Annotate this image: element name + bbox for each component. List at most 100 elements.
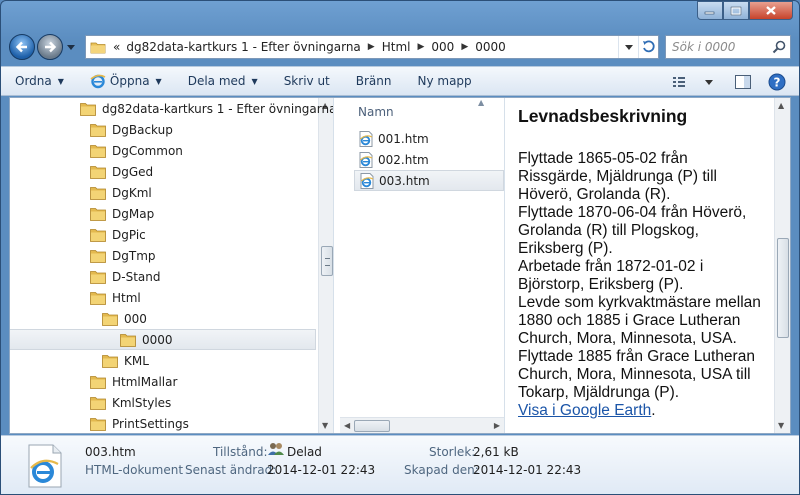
preview-pane: Levnadsbeskrivning Flyttade 1865-05-02 f… — [506, 98, 774, 433]
tree-item[interactable]: KmlStyles — [10, 392, 316, 413]
tree-item-label: HtmlMallar — [112, 374, 178, 389]
name-column-header[interactable]: Namn ▲ — [340, 98, 504, 122]
folder-icon — [120, 333, 136, 347]
tree-item[interactable]: 000 — [10, 308, 316, 329]
preview-pane-button[interactable] — [731, 71, 755, 93]
details-pane: 003.htm HTML-dokument Tillstånd: Delad S… — [1, 435, 799, 494]
address-overflow[interactable]: « — [110, 40, 123, 54]
share-menu[interactable]: Dela med ▼ — [188, 74, 258, 88]
folder-icon — [102, 312, 118, 326]
file-item[interactable]: 002.htm — [354, 149, 504, 170]
tree-item-label: dg82data-kartkurs 1 - Efter övningarna — [102, 101, 334, 116]
file-item[interactable]: 003.htm — [354, 170, 504, 191]
scroll-right-icon[interactable]: ▶ — [494, 421, 500, 430]
organize-menu[interactable]: Ordna ▼ — [15, 74, 64, 88]
chevron-down-icon — [67, 44, 75, 50]
help-button[interactable]: ? — [765, 71, 789, 93]
close-button[interactable] — [749, 1, 793, 20]
tree-item[interactable]: dg82data-kartkurs 1 - Efter övningarna — [10, 98, 333, 119]
name-column-label: Namn — [358, 105, 394, 119]
chevron-down-icon: ▼ — [155, 76, 162, 86]
breadcrumb-separator-icon[interactable]: ▶ — [413, 42, 428, 52]
breadcrumb-separator-icon[interactable]: ▶ — [457, 42, 472, 52]
preview-line: Eriksberg (P). — [518, 240, 613, 257]
scroll-up-icon[interactable]: ▲ — [778, 101, 784, 110]
file-name: 001.htm — [378, 131, 429, 146]
view-dropdown[interactable] — [697, 71, 721, 93]
open-menu[interactable]: Öppna ▼ — [90, 73, 162, 89]
scroll-left-icon[interactable]: ◀ — [344, 421, 350, 430]
scroll-down-icon[interactable]: ▼ — [322, 421, 328, 430]
breadcrumb-root[interactable]: dg82data-kartkurs 1 - Efter övningarna — [123, 40, 363, 54]
address-history-dropdown[interactable] — [618, 36, 638, 58]
html-document-icon — [28, 444, 62, 488]
preview-line: Björstorp, Eriksberg (P). — [518, 276, 684, 293]
back-button[interactable] — [9, 34, 35, 60]
folder-icon — [90, 291, 106, 305]
tree-item-label: DgBackup — [112, 122, 173, 137]
view-controls: ? — [665, 71, 789, 93]
tree-item[interactable]: KML — [10, 350, 316, 371]
tree-item[interactable]: DgGed — [10, 161, 316, 182]
new-folder-button[interactable]: Ny mapp — [417, 74, 471, 88]
details-modified-value: 2014-12-01 22:43 — [267, 463, 376, 477]
details-state-value: Delad — [287, 445, 322, 459]
burn-button[interactable]: Bränn — [356, 74, 392, 88]
search-icon[interactable] — [772, 40, 786, 54]
tree-item[interactable]: DgTmp — [10, 245, 316, 266]
search-box[interactable]: Sök i 0000 — [665, 35, 791, 59]
breadcrumb-0000[interactable]: 0000 — [472, 40, 509, 54]
tree-item[interactable]: HtmlMallar — [10, 371, 316, 392]
breadcrumb-000[interactable]: 000 — [428, 40, 457, 54]
view-options-button[interactable] — [669, 71, 693, 93]
tree-item[interactable]: PrintSettings — [10, 413, 316, 433]
search-input[interactable]: Sök i 0000 — [672, 40, 772, 54]
details-size-label: Storlek: — [429, 445, 476, 459]
breadcrumb-html[interactable]: Html — [379, 40, 414, 54]
tree-item[interactable]: DgCommon — [10, 140, 316, 161]
html-file-icon — [359, 151, 373, 168]
details-filename: 003.htm — [85, 445, 136, 459]
refresh-button[interactable] — [638, 36, 658, 58]
preview-line: Flyttade 1865-05-02 från — [518, 150, 688, 167]
preview-scrollbar[interactable]: ▲ ▼ — [774, 98, 790, 433]
sort-ascending-icon: ▲ — [478, 98, 485, 107]
preview-title: Levnadsbeskrivning — [518, 106, 688, 126]
chevron-down-icon: ▼ — [57, 76, 64, 86]
file-item[interactable]: 001.htm — [354, 128, 504, 149]
tree-scrollbar[interactable]: ▲ ▼ — [318, 98, 333, 433]
breadcrumb-separator-icon[interactable]: ▶ — [364, 42, 379, 52]
tree-item-label: PrintSettings — [112, 416, 189, 431]
preview-scroll-thumb[interactable] — [777, 238, 789, 338]
address-bar[interactable]: « dg82data-kartkurs 1 - Efter övningarna… — [85, 35, 659, 59]
tree-item-label: DgTmp — [112, 248, 156, 263]
tree-item-label: DgCommon — [112, 143, 183, 158]
chevron-down-icon — [624, 44, 633, 50]
tree-item-label: DgKml — [112, 185, 152, 200]
maximize-button[interactable] — [723, 1, 749, 20]
forward-button[interactable] — [37, 34, 63, 60]
tree-item[interactable]: DgMap — [10, 203, 316, 224]
tree-scroll-thumb[interactable] — [321, 246, 333, 276]
minimize-button[interactable] — [697, 1, 723, 20]
file-list-hscroll-thumb[interactable] — [354, 420, 390, 432]
details-created-value: 2014-12-01 22:43 — [473, 463, 582, 477]
tree-item[interactable]: DgBackup — [10, 119, 316, 140]
preview-line: Church, Mora, Minnesota, USA till — [518, 366, 751, 383]
tree-item[interactable]: 0000 — [10, 329, 316, 350]
chevron-down-icon — [705, 79, 713, 85]
tree-item[interactable]: DgPic — [10, 224, 316, 245]
tree-item[interactable]: Html — [10, 287, 316, 308]
recent-pages-dropdown[interactable] — [65, 41, 77, 53]
internet-explorer-icon — [90, 74, 106, 89]
file-list-hscrollbar[interactable]: ◀ ▶ — [340, 417, 504, 433]
forward-arrow-icon — [45, 41, 57, 53]
google-earth-link[interactable]: Visa i Google Earth — [518, 402, 651, 419]
tree-item[interactable]: DgKml — [10, 182, 316, 203]
print-button[interactable]: Skriv ut — [284, 74, 330, 88]
scroll-down-icon[interactable]: ▼ — [778, 421, 784, 430]
folder-icon — [90, 165, 106, 179]
tree-item[interactable]: D-Stand — [10, 266, 316, 287]
refresh-icon — [642, 40, 655, 53]
tree-item-label: D-Stand — [112, 269, 161, 284]
